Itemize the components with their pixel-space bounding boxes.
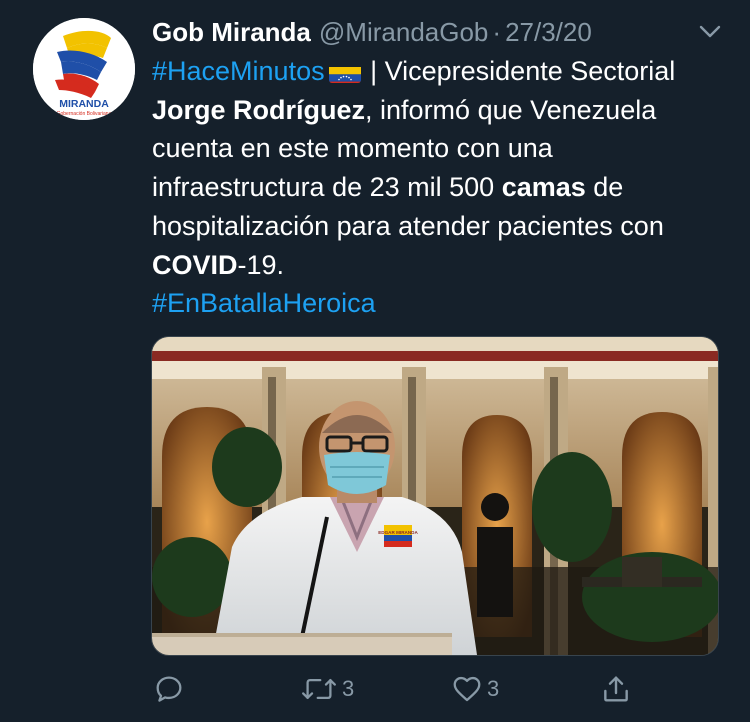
tweet-actions: 3 3 (0, 665, 750, 713)
tweet-text-bold: COVID (152, 249, 238, 280)
tweet-date[interactable]: 27/3/20 (505, 17, 592, 47)
share-button[interactable] (600, 665, 632, 713)
chevron-down-icon[interactable] (698, 24, 722, 40)
photo-badge-text: EDGAR MIRANDA (378, 530, 418, 535)
tweet-photo[interactable]: EDGAR MIRANDA (151, 336, 719, 656)
tweet-text-part: -19. (237, 249, 285, 280)
author-name[interactable]: Gob Miranda (152, 17, 311, 47)
author-handle[interactable]: @MirandaGob (319, 17, 488, 47)
share-icon (604, 676, 628, 702)
tweet[interactable]: MIRANDA Gobernación Bolivariana Gob Mira… (0, 0, 750, 722)
tweet-text-bold: Jorge Rodríguez (152, 94, 366, 125)
like-button[interactable]: 3 (451, 665, 499, 713)
heart-icon (453, 676, 481, 702)
hashtag-enbatallaheroica[interactable]: #EnBatallaHeroica (152, 288, 376, 318)
retweet-icon (302, 678, 336, 700)
tweet-text-part: | Vicepresidente Sectorial (362, 56, 676, 86)
avatar-name-text: MIRANDA (59, 98, 109, 110)
hashtag-haceminutos[interactable]: #HaceMinutos (152, 56, 325, 86)
reply-icon (156, 676, 182, 702)
photo-image: EDGAR MIRANDA (152, 337, 718, 655)
like-count: 3 (487, 676, 500, 701)
header-separator: · (492, 17, 502, 47)
miranda-logo-icon: MIRANDA Gobernación Bolivariana (33, 18, 135, 120)
tweet-text: #HaceMinutos | Vicepresidente Sectorial … (152, 52, 722, 323)
tweet-header: Gob Miranda @MirandaGob · 27/3/20 (152, 14, 732, 50)
avatar-subtext: Gobernación Bolivariana (57, 111, 112, 117)
venezuela-flag-icon (328, 61, 361, 83)
retweet-count: 3 (342, 676, 355, 701)
reply-button[interactable] (153, 665, 189, 713)
avatar[interactable]: MIRANDA Gobernación Bolivariana (33, 18, 135, 120)
tweet-text-bold: camas (501, 172, 586, 203)
retweet-button[interactable]: 3 (300, 665, 354, 713)
